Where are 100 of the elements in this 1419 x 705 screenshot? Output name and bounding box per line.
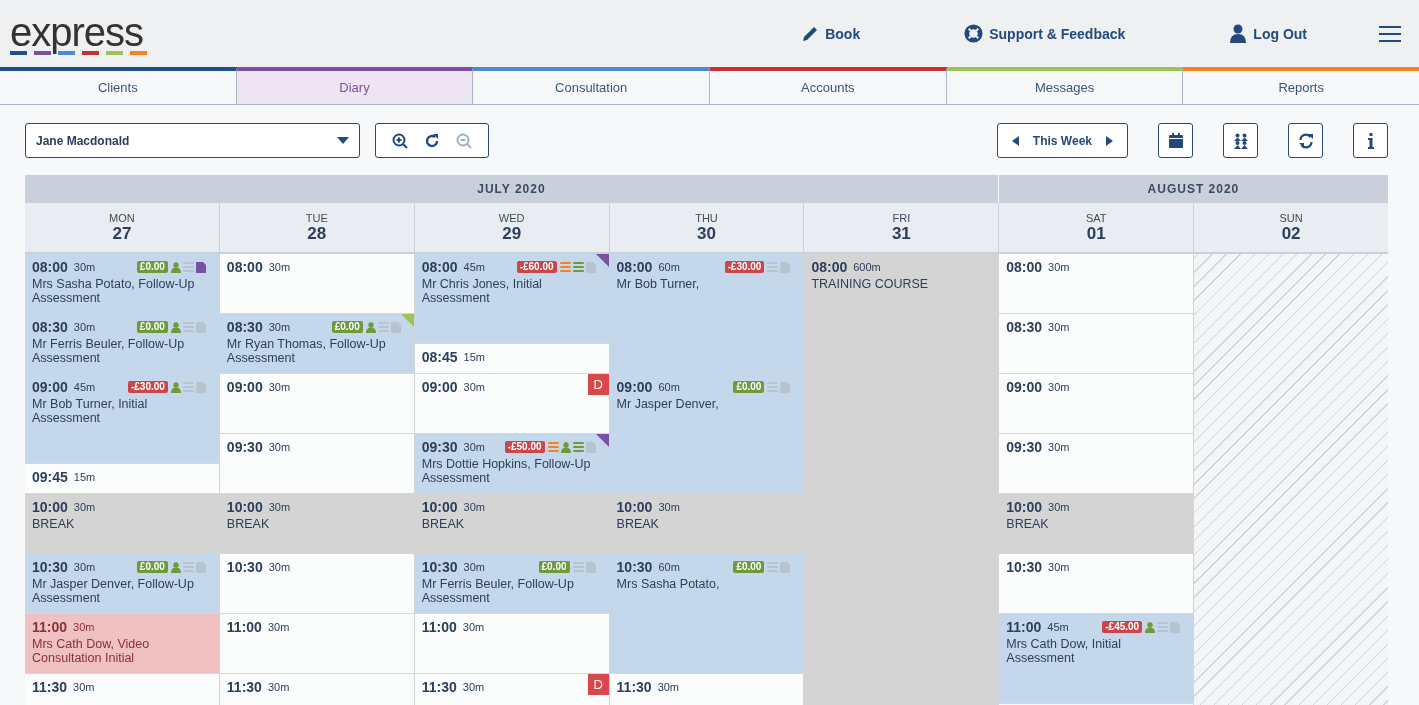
free-slot[interactable]: 09:00 30m	[999, 374, 1194, 434]
free-slot[interactable]: 10:30 30m	[999, 554, 1194, 614]
appointment[interactable]: 09:00 45m -£30.00 Mr Bob Turner, Initial Assessment	[25, 374, 219, 464]
appointment[interactable]: 08:30 30m £0.00 Mr Ryan Thomas, Follow-Up Assessment	[219, 314, 414, 374]
tab[interactable]: Consultation	[473, 67, 710, 104]
slot-title: Mrs Sasha Potato, Follow-Up Assessment	[32, 277, 196, 305]
tab[interactable]: Messages	[946, 67, 1184, 104]
people-button[interactable]	[1223, 123, 1258, 158]
tab[interactable]: Clients	[0, 67, 237, 104]
info-button[interactable]	[1353, 123, 1388, 158]
appointment[interactable]: 10:30 30m £0.00 Mr Ferris Beuler, Follow-Up Assessment	[414, 554, 609, 614]
slot-duration: 30m	[267, 621, 290, 633]
sync-icon	[1297, 132, 1314, 149]
free-slot[interactable]: 09:00 30m D	[414, 374, 609, 434]
nav-link[interactable]: Book	[789, 24, 873, 43]
slot-duration: 30m	[73, 321, 96, 333]
appointment[interactable]: 10:30 60m £0.00 Mrs Sasha Potato,	[609, 554, 804, 674]
slot-time: 10:00	[616, 499, 653, 515]
weekday-label: SAT	[1085, 211, 1107, 224]
tab[interactable]: Reports	[1183, 67, 1419, 104]
slot-duration: 60m	[658, 261, 680, 273]
free-slot[interactable]: 08:30 30m	[999, 314, 1194, 374]
slot-title: Mrs Cath Dow, Video Consultation Initial	[32, 637, 151, 665]
slot-title: Mr Bob Turner,	[616, 277, 701, 291]
break-block[interactable]: 10:00 30m BREAK	[609, 494, 804, 554]
date-number: 31	[891, 223, 911, 244]
slot-title: BREAK	[226, 517, 271, 531]
free-slot[interactable]: 08:00 30m	[999, 254, 1194, 314]
balance-badge: -£45.00	[1102, 621, 1143, 633]
appointment[interactable]: 08:00 60m -£30.00 Mr Bob Turner,	[609, 254, 804, 374]
break-block[interactable]: 10:00 30m BREAK	[414, 494, 609, 554]
balance-badge: £0.00	[331, 321, 363, 333]
appointment[interactable]: 09:00 60m £0.00 Mr Jasper Denver,	[609, 374, 804, 494]
slot-duration: 600m	[853, 261, 881, 273]
nav-link[interactable]: Log Out	[1217, 24, 1319, 43]
week-label: This Week	[1032, 133, 1092, 148]
slot-duration: 30m	[463, 441, 485, 453]
previous-icon[interactable]	[1011, 135, 1019, 146]
appointment[interactable]: 08:30 30m £0.00 Mr Ferris Beuler, Follow-Up Assessment	[25, 314, 219, 374]
appointment[interactable]: 09:30 30m -£50.00 Mrs Dottie Hopkins, Follow-Up Assessment	[414, 434, 609, 494]
break-block[interactable]: 10:00 30m BREAK	[25, 494, 219, 554]
slot-duration: 15m	[73, 471, 96, 483]
practitioner-dropdown[interactable]: Jane Macdonald	[25, 123, 360, 158]
video-appointment[interactable]: 11:00 30m Mrs Cath Dow, Video Consultation Initial	[25, 614, 219, 674]
balance-badge: £0.00	[733, 561, 765, 573]
tab[interactable]: Accounts	[710, 67, 947, 104]
slot-time: 11:30	[421, 679, 457, 695]
slot-duration: 30m	[1048, 561, 1070, 573]
calendar-button[interactable]	[1158, 123, 1193, 158]
zoom-in-icon[interactable]	[392, 132, 408, 149]
slot-time: 10:00	[421, 499, 458, 515]
slot-duration: 30m	[1048, 261, 1070, 273]
free-slot[interactable]: 08:00 30m	[219, 254, 414, 314]
free-slot[interactable]: 11:30 30m	[609, 674, 804, 705]
date-number: 30	[697, 223, 716, 244]
slot-time: 09:30	[421, 439, 458, 455]
balance-badge: £0.00	[733, 381, 765, 393]
slot-duration: 30m	[1048, 501, 1070, 513]
slot-time: 10:00	[1006, 499, 1043, 515]
course-block[interactable]: 08:00 600m TRAINING COURSE	[804, 254, 999, 705]
free-slot[interactable]: 11:00 30m	[414, 614, 609, 674]
break-block[interactable]: 10:00 30m BREAK	[999, 494, 1194, 554]
appointment[interactable]: 11:00 45m -£45.00 Mrs Cath Dow, Initial Assessment	[999, 614, 1194, 704]
free-slot[interactable]: 09:30 30m	[219, 434, 414, 494]
next-icon[interactable]	[1106, 135, 1113, 146]
free-slot[interactable]: 10:30 30m	[219, 554, 414, 614]
free-slot[interactable]: 11:00 30m	[219, 614, 414, 674]
date-number: 01	[1086, 223, 1106, 244]
appointment[interactable]: 08:00 30m £0.00 Mrs Sasha Potato, Follow-Up Assessment	[25, 254, 219, 314]
nav-link[interactable]: Support & Feedback	[952, 24, 1138, 43]
slot-duration: 30m	[463, 381, 485, 393]
slot-time: 08:30	[32, 319, 68, 335]
free-slot[interactable]: 09:30 30m	[999, 434, 1194, 494]
free-slot[interactable]: 09:00 30m	[219, 374, 414, 434]
refresh-icon[interactable]	[424, 132, 440, 149]
slot-duration: 30m	[268, 561, 291, 573]
date-number: 02	[1281, 223, 1301, 244]
caret-icon	[337, 137, 349, 144]
appointment[interactable]: 10:30 30m £0.00 Mr Jasper Denver, Follow-Up Assessment	[25, 554, 219, 614]
slot-duration: 30m	[657, 681, 680, 693]
lifebuoy-icon	[964, 24, 984, 43]
slot-duration: 30m	[463, 501, 485, 513]
slot-duration: 30m	[463, 561, 485, 573]
slot-title: BREAK	[1006, 517, 1050, 531]
slot-time: 10:00	[32, 499, 68, 515]
calendar-icon	[1167, 132, 1184, 149]
free-slot[interactable]: 08:45 15m	[414, 344, 609, 374]
free-slot[interactable]: 11:30 30m D	[414, 674, 609, 705]
tab[interactable]: Diary	[236, 67, 474, 104]
slot-time: 10:30	[32, 559, 68, 575]
appointment[interactable]: 08:00 45m -£60.00 Mr Chris Jones, Initial Assessment	[414, 254, 609, 344]
break-block[interactable]: 10:00 30m BREAK	[219, 494, 414, 554]
free-slot[interactable]: 09:45 15m	[25, 464, 219, 494]
sync-button[interactable]	[1288, 123, 1323, 158]
slot-title: BREAK	[616, 517, 660, 531]
slot-time: 08:00	[811, 259, 848, 275]
free-slot[interactable]: 11:30 30m	[219, 674, 414, 705]
free-slot[interactable]: 11:30 30m	[25, 674, 219, 705]
slot-time: 09:00	[32, 379, 68, 395]
menu-icon[interactable]	[1379, 24, 1401, 43]
